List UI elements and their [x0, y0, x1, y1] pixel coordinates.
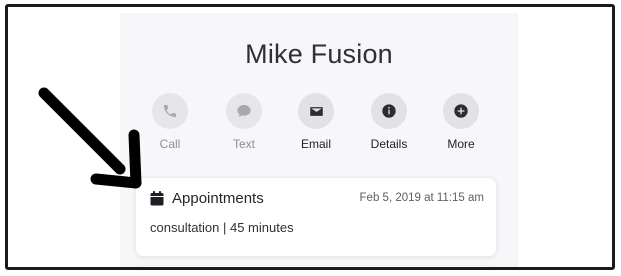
plus-icon [454, 104, 468, 118]
info-icon [382, 104, 396, 118]
contact-name: Mike Fusion [245, 39, 393, 69]
chat-bubble-icon [237, 105, 251, 117]
more-circle [443, 93, 479, 129]
details-label: Details [370, 137, 408, 151]
call-label: Call [159, 137, 181, 151]
more-label: More [447, 137, 475, 151]
call-circle [152, 93, 188, 129]
appointment-header: Appointments [150, 190, 264, 207]
email-button[interactable]: Email [281, 93, 351, 151]
text-circle [226, 93, 262, 129]
phone-icon [164, 105, 176, 117]
screenshot-frame: Mike Fusion Call Text Email Details More… [5, 4, 615, 270]
appointment-details: consultation | 45 minutes [150, 220, 294, 235]
email-circle [298, 93, 334, 129]
more-button[interactable]: More [426, 93, 496, 151]
appointment-title: Appointments [172, 190, 264, 207]
appointment-date: Feb 5, 2019 at 11:15 am [359, 192, 484, 204]
next-card [135, 265, 497, 267]
details-circle [371, 93, 407, 129]
call-button[interactable]: Call [135, 93, 205, 151]
calendar-icon [150, 191, 164, 206]
envelope-icon [309, 106, 323, 116]
details-button[interactable]: Details [354, 93, 424, 151]
text-button[interactable]: Text [209, 93, 279, 151]
email-label: Email [300, 137, 331, 151]
appointment-card[interactable]: Appointments Feb 5, 2019 at 11:15 am con… [135, 177, 497, 257]
text-label: Text [232, 137, 255, 151]
